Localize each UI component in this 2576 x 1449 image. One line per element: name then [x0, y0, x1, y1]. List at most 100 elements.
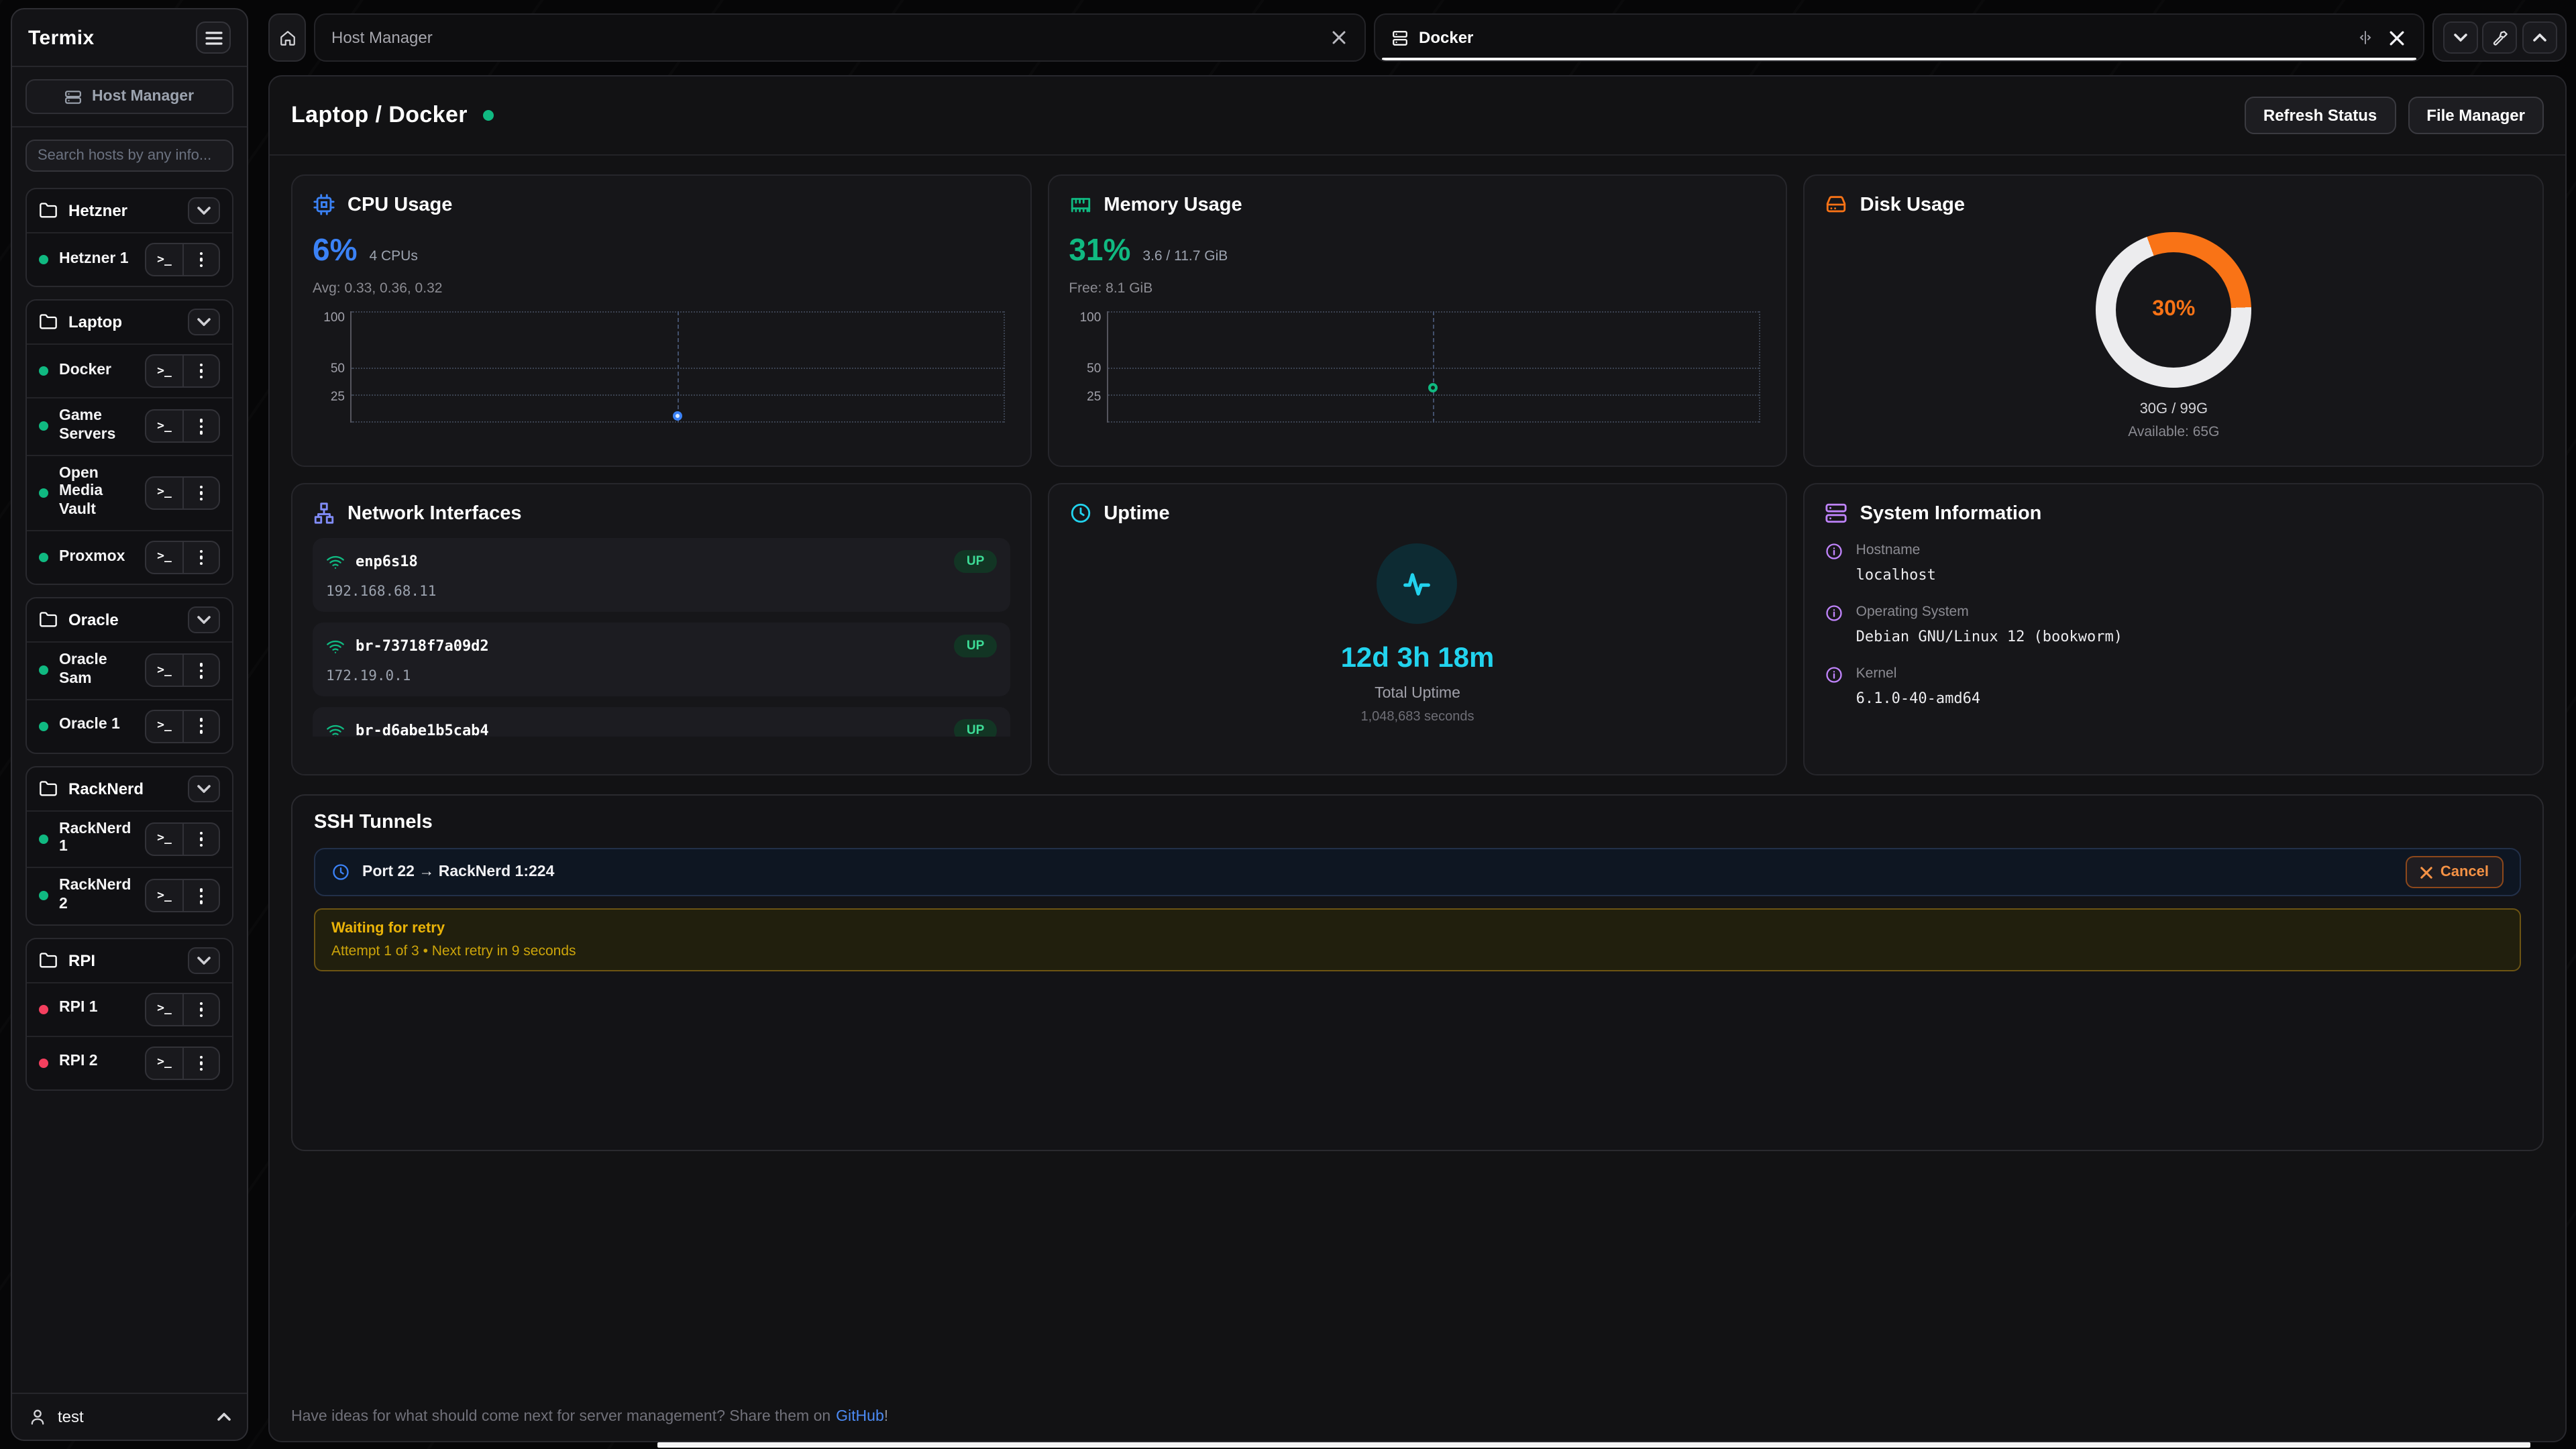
- group-header[interactable]: RPI: [27, 939, 232, 982]
- host-row-oracle-1[interactable]: Oracle 1 >_: [27, 698, 232, 752]
- tab-host-manager[interactable]: Host Manager: [314, 13, 1365, 62]
- host-manager-button[interactable]: Host Manager: [25, 79, 233, 114]
- host-menu-button[interactable]: [182, 1048, 219, 1079]
- sidebar-menu-button[interactable]: [196, 21, 231, 54]
- group-header[interactable]: Oracle: [27, 598, 232, 641]
- tools-button[interactable]: [2482, 21, 2517, 54]
- user-menu[interactable]: test: [12, 1393, 247, 1440]
- host-menu-button[interactable]: [182, 994, 219, 1025]
- tab-label: Docker: [1419, 28, 1473, 47]
- host-group-hetzner: Hetzner Hetzner 1 >_: [25, 188, 233, 287]
- host-actions: >_: [145, 541, 220, 574]
- split-view-button[interactable]: [2355, 27, 2376, 48]
- host-name: Docker: [59, 362, 134, 380]
- y-tick: 100: [313, 311, 345, 326]
- host-name: Oracle Sam: [59, 652, 134, 689]
- host-name: RackNerd 2: [59, 877, 134, 914]
- interface-list: enp6s18 UP 192.168.68.11 br-73718f7a09d2…: [313, 538, 1010, 737]
- group-header[interactable]: Laptop: [27, 301, 232, 343]
- host-terminal-button[interactable]: >_: [146, 881, 182, 912]
- scroll-tabs-up-button[interactable]: [2522, 21, 2557, 54]
- host-name: Open Media Vault: [59, 465, 134, 521]
- host-menu-button[interactable]: [182, 824, 219, 855]
- tunnel-route: Port 22 → RackNerd 1:224: [362, 864, 2394, 880]
- host-row-hetzner-1[interactable]: Hetzner 1 >_: [27, 232, 232, 286]
- file-manager-button[interactable]: File Manager: [2408, 97, 2544, 134]
- servers-icon: [1825, 502, 1848, 525]
- group-collapse-button[interactable]: [188, 309, 220, 335]
- home-button[interactable]: [268, 13, 306, 62]
- host-menu-button[interactable]: [182, 710, 219, 741]
- kebab-menu-icon: [200, 549, 203, 565]
- close-tab-button[interactable]: [1329, 28, 1348, 47]
- group-collapse-button[interactable]: [188, 606, 220, 633]
- host-terminal-button[interactable]: >_: [146, 994, 182, 1025]
- host-row-racknerd-2[interactable]: RackNerd 2 >_: [27, 867, 232, 924]
- group-collapse-button[interactable]: [188, 947, 220, 974]
- github-link[interactable]: GitHub: [836, 1409, 884, 1425]
- close-icon: [2420, 866, 2432, 878]
- scroll-tabs-down-button[interactable]: [2443, 21, 2477, 54]
- refresh-status-button[interactable]: Refresh Status: [2245, 97, 2396, 134]
- chevron-down-icon: [2453, 34, 2467, 42]
- disk-available: Available: 65G: [2128, 424, 2219, 440]
- host-terminal-button[interactable]: >_: [146, 1048, 182, 1079]
- ssh-tunnels-title: SSH Tunnels: [314, 812, 2521, 833]
- chevron-down-icon: [197, 318, 211, 326]
- status-dot: [39, 553, 48, 562]
- host-menu-button[interactable]: [182, 655, 219, 686]
- kebab-menu-icon: [200, 419, 203, 434]
- clock-icon: [1069, 502, 1091, 525]
- host-row-open-media-vault[interactable]: Open Media Vault >_: [27, 454, 232, 530]
- uptime-value: 12d 3h 18m: [1341, 643, 1495, 675]
- host-terminal-button[interactable]: >_: [146, 356, 182, 386]
- plot-area: [1106, 311, 1760, 423]
- host-name: RPI 1: [59, 1000, 134, 1019]
- host-terminal-button[interactable]: >_: [146, 824, 182, 855]
- y-tick: 25: [313, 390, 345, 405]
- info-icon: [1825, 604, 1844, 645]
- group-collapse-button[interactable]: [188, 197, 220, 224]
- server-icon: [65, 88, 83, 105]
- host-row-racknerd-1[interactable]: RackNerd 1 >_: [27, 810, 232, 867]
- close-tab-button[interactable]: [2387, 28, 2407, 48]
- interface-state-badge: UP: [955, 635, 996, 657]
- host-row-game-servers[interactable]: Game Servers >_: [27, 397, 232, 454]
- sidebar: Termix Host Manager H: [11, 8, 248, 1441]
- host-menu-button[interactable]: [182, 356, 219, 386]
- status-dot: [39, 1005, 48, 1014]
- tab-label: Host Manager: [331, 28, 433, 47]
- host-row-docker[interactable]: Docker >_: [27, 343, 232, 397]
- group-header[interactable]: Hetzner: [27, 189, 232, 232]
- host-name: RackNerd 1: [59, 820, 134, 857]
- host-menu-button[interactable]: [182, 244, 219, 275]
- host-row-rpi-1[interactable]: RPI 1 >_: [27, 982, 232, 1036]
- host-terminal-button[interactable]: >_: [146, 478, 182, 508]
- host-actions: >_: [145, 654, 220, 688]
- y-tick: 25: [1069, 390, 1101, 405]
- card-title: CPU Usage: [347, 194, 452, 215]
- group-collapse-button[interactable]: [188, 775, 220, 802]
- host-menu-button[interactable]: [182, 542, 219, 573]
- status-dot: [39, 488, 48, 498]
- host-terminal-button[interactable]: >_: [146, 244, 182, 275]
- host-row-oracle-sam[interactable]: Oracle Sam >_: [27, 641, 232, 698]
- host-row-proxmox[interactable]: Proxmox >_: [27, 530, 232, 584]
- host-group-laptop: Laptop Docker >_ Game Servers >_: [25, 299, 233, 585]
- host-terminal-button[interactable]: >_: [146, 411, 182, 442]
- close-icon: [2390, 30, 2404, 45]
- host-terminal-button[interactable]: >_: [146, 542, 182, 573]
- host-menu-button[interactable]: [182, 411, 219, 442]
- host-terminal-button[interactable]: >_: [146, 655, 182, 686]
- host-row-rpi-2[interactable]: RPI 2 >_: [27, 1036, 232, 1089]
- cancel-tunnel-button[interactable]: Cancel: [2406, 856, 2504, 888]
- host-terminal-button[interactable]: >_: [146, 710, 182, 741]
- tab-docker[interactable]: Docker: [1373, 13, 2424, 62]
- host-menu-button[interactable]: [182, 478, 219, 508]
- group-header[interactable]: RackNerd: [27, 767, 232, 810]
- username: test: [58, 1407, 207, 1426]
- host-menu-button[interactable]: [182, 881, 219, 912]
- interface-name: enp6s18: [356, 553, 944, 570]
- search-input[interactable]: [25, 140, 233, 172]
- network-interfaces-card: Network Interfaces enp6s18 UP 192.168.68…: [291, 483, 1031, 775]
